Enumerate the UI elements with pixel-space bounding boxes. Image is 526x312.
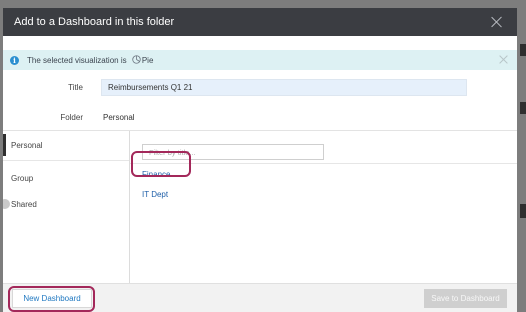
- title-input[interactable]: [101, 79, 467, 96]
- folder-browser: Personal Group Shared Finance IT Dept: [3, 130, 517, 283]
- dialog-titlebar: Add to a Dashboard in this folder: [3, 8, 517, 36]
- info-text: The selected visualization is Pie: [27, 55, 153, 65]
- pie-chart-icon: [132, 55, 141, 64]
- nav-item-group[interactable]: Group: [11, 174, 33, 183]
- shared-badge-icon: [3, 199, 10, 209]
- save-to-dashboard-button[interactable]: Save to Dashboard: [424, 289, 507, 308]
- folder-item-it-dept[interactable]: IT Dept: [142, 190, 168, 199]
- title-label: Title: [68, 83, 83, 92]
- folder-nav: Personal Group Shared: [3, 131, 130, 283]
- info-banner: i The selected visualization is Pie: [3, 50, 517, 70]
- dialog-title: Add to a Dashboard in this folder: [14, 16, 175, 28]
- highlight-new-dashboard: [8, 286, 95, 312]
- folder-value: Personal: [103, 113, 135, 122]
- close-icon[interactable]: [491, 16, 503, 28]
- info-viz-name: Pie: [141, 56, 154, 65]
- nav-item-shared[interactable]: Shared: [11, 200, 37, 209]
- highlight-finance: [131, 151, 191, 177]
- nav-divider: [3, 160, 129, 161]
- background-strip: [520, 44, 526, 56]
- folder-label: Folder: [60, 113, 83, 122]
- background-strip: [520, 204, 526, 218]
- add-to-dashboard-dialog: Add to a Dashboard in this folder i The …: [3, 8, 517, 312]
- nav-item-personal[interactable]: Personal: [11, 141, 43, 150]
- background-strip: [520, 102, 526, 114]
- info-text-prefix: The selected visualization is: [27, 56, 127, 65]
- info-icon: i: [10, 55, 19, 65]
- active-indicator: [3, 134, 6, 156]
- info-close-icon[interactable]: [499, 55, 508, 64]
